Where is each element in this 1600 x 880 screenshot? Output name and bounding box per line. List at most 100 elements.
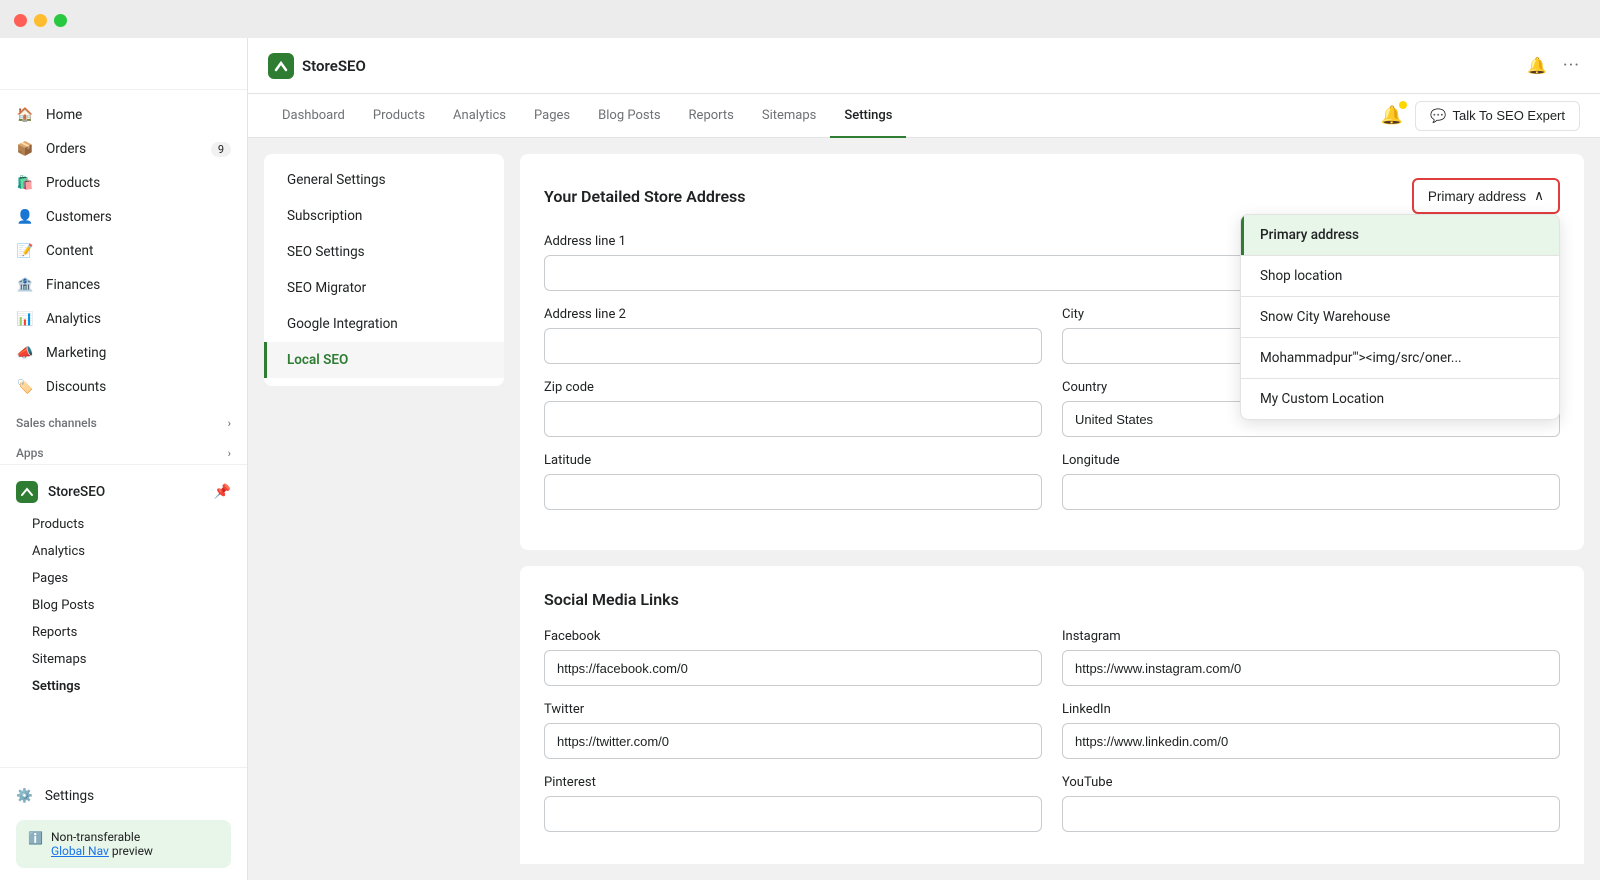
latitude-label: Latitude: [544, 453, 1042, 468]
sub-item-label: Products: [32, 517, 84, 532]
tw-li-row: Twitter LinkedIn: [544, 702, 1560, 759]
settings-menu-subscription[interactable]: Subscription: [264, 198, 504, 234]
storeseo-logo: [16, 481, 38, 503]
tab-settings[interactable]: Settings: [830, 94, 906, 138]
sidebar-item-discounts[interactable]: 🏷️ Discounts: [0, 370, 247, 404]
youtube-input[interactable]: [1062, 796, 1560, 832]
sidebar-item-products[interactable]: 🛍️ Products: [0, 166, 247, 200]
facebook-label: Facebook: [544, 629, 1042, 644]
sidebar-item-marketing[interactable]: 📣 Marketing: [0, 336, 247, 370]
card-title: Your Detailed Store Address: [544, 187, 746, 206]
sidebar-item-home[interactable]: 🏠 Home: [0, 98, 247, 132]
apps-section[interactable]: Apps ›: [0, 434, 247, 464]
talk-to-seo-expert-button[interactable]: 💬 Talk To SEO Expert: [1415, 101, 1580, 131]
latitude-input[interactable]: [544, 474, 1042, 510]
longitude-input[interactable]: [1062, 474, 1560, 510]
tab-products[interactable]: Products: [359, 94, 439, 138]
primary-address-dropdown: Primary address Shop location Snow City …: [1240, 214, 1560, 420]
nav-tabs: Dashboard Products Analytics Pages Blog …: [248, 94, 1600, 138]
info-icon: ℹ️: [28, 831, 43, 845]
sub-item-label: Reports: [32, 625, 77, 640]
sidebar-item-label: Finances: [46, 277, 100, 293]
settings-menu-local-seo[interactable]: Local SEO: [264, 342, 504, 378]
settings-menu-google[interactable]: Google Integration: [264, 306, 504, 342]
orders-badge: 9: [211, 142, 231, 157]
marketing-icon: 📣: [16, 344, 34, 362]
sidebar-sub-products[interactable]: Products: [32, 511, 247, 538]
close-button[interactable]: [14, 14, 27, 27]
address-line2-input[interactable]: [544, 328, 1042, 364]
sidebar-item-content[interactable]: 📝 Content: [0, 234, 247, 268]
sidebar-sub-sitemaps[interactable]: Sitemaps: [32, 646, 247, 673]
sales-channels-chevron: ›: [228, 417, 231, 430]
sidebar-sub-settings[interactable]: Settings: [32, 673, 247, 700]
zip-input[interactable]: [544, 401, 1042, 437]
settings-menu-seo-settings[interactable]: SEO Settings: [264, 234, 504, 270]
minimize-button[interactable]: [34, 14, 47, 27]
sub-item-label: Sitemaps: [32, 652, 87, 667]
tab-pages[interactable]: Pages: [520, 94, 584, 138]
sidebar-sub-reports[interactable]: Reports: [32, 619, 247, 646]
apps-label: Apps: [16, 446, 44, 460]
dropdown-item-custom[interactable]: My Custom Location: [1241, 379, 1559, 419]
form-area: Your Detailed Store Address Primary addr…: [520, 154, 1584, 864]
card-header: Your Detailed Store Address Primary addr…: [544, 178, 1560, 214]
global-nav-link[interactable]: Global Nav: [51, 844, 109, 858]
linkedin-input[interactable]: [1062, 723, 1560, 759]
settings-menu-general[interactable]: General Settings: [264, 162, 504, 198]
fb-ig-row: Facebook Instagram: [544, 629, 1560, 686]
more-icon[interactable]: ···: [1563, 55, 1580, 76]
bell-icon[interactable]: 🔔: [1527, 56, 1547, 75]
linkedin-label: LinkedIn: [1062, 702, 1560, 717]
sidebar-sub-pages[interactable]: Pages: [32, 565, 247, 592]
storeseo-sub-nav: Products Analytics Pages Blog Posts Repo…: [0, 511, 247, 700]
sidebar-item-analytics[interactable]: 📊 Analytics: [0, 302, 247, 336]
sidebar-item-label: Orders: [46, 141, 86, 157]
orders-icon: 📦: [16, 140, 34, 158]
pin-icon[interactable]: 📌: [214, 484, 231, 500]
dropdown-item-primary[interactable]: Primary address: [1241, 215, 1559, 255]
sidebar-item-customers[interactable]: 👤 Customers: [0, 200, 247, 234]
tab-dashboard[interactable]: Dashboard: [268, 94, 359, 138]
twitter-input[interactable]: [544, 723, 1042, 759]
maximize-button[interactable]: [54, 14, 67, 27]
sidebar-item-label: Analytics: [46, 311, 101, 327]
sidebar-sub-analytics[interactable]: Analytics: [32, 538, 247, 565]
instagram-label: Instagram: [1062, 629, 1560, 644]
dropdown-item-shop[interactable]: Shop location: [1241, 256, 1559, 296]
address-line2-label: Address line 2: [544, 307, 1042, 322]
dropdown-item-mohammadpur[interactable]: Mohammadpur'"><img/src/oner...: [1241, 338, 1559, 378]
lat-lng-row: Latitude Longitude: [544, 453, 1560, 510]
longitude-field: Longitude: [1062, 453, 1560, 510]
content-area: General Settings Subscription SEO Settin…: [248, 138, 1600, 880]
content-icon: 📝: [16, 242, 34, 260]
tab-reports[interactable]: Reports: [675, 94, 748, 138]
facebook-field: Facebook: [544, 629, 1042, 686]
sidebar-item-orders[interactable]: 📦 Orders 9: [0, 132, 247, 166]
home-icon: 🏠: [16, 106, 34, 124]
primary-address-button[interactable]: Primary address ∧: [1412, 178, 1560, 214]
dropdown-item-snow-city[interactable]: Snow City Warehouse: [1241, 297, 1559, 337]
settings-menu-seo-migrator[interactable]: SEO Migrator: [264, 270, 504, 306]
settings-label: Settings: [45, 788, 94, 804]
pinterest-label: Pinterest: [544, 775, 1042, 790]
pinterest-input[interactable]: [544, 796, 1042, 832]
sidebar-footer: ⚙️ Settings ℹ️ Non-transferable Global N…: [0, 767, 247, 880]
primary-address-dropdown-wrapper: Primary address ∧ Primary address Shop l…: [1412, 178, 1560, 214]
products-icon: 🛍️: [16, 174, 34, 192]
facebook-input[interactable]: [544, 650, 1042, 686]
sidebar-item-finances[interactable]: 🏦 Finances: [0, 268, 247, 302]
apps-chevron: ›: [228, 447, 231, 460]
instagram-input[interactable]: [1062, 650, 1560, 686]
sidebar-settings-item[interactable]: ⚙️ Settings: [16, 780, 231, 812]
tab-blog-posts[interactable]: Blog Posts: [584, 94, 674, 138]
sales-channels-section[interactable]: Sales channels ›: [0, 404, 247, 434]
sidebar-sub-blog-posts[interactable]: Blog Posts: [32, 592, 247, 619]
tab-analytics[interactable]: Analytics: [439, 94, 520, 138]
chevron-up-icon: ∧: [1534, 188, 1544, 204]
sub-item-label: Analytics: [32, 544, 85, 559]
primary-addr-label: Primary address: [1428, 189, 1526, 204]
storeseo-header[interactable]: StoreSEO 📌: [0, 473, 247, 511]
window-frame: 🏠 Home 📦 Orders 9 🛍️ Products 👤 Customer…: [0, 0, 1600, 880]
tab-sitemaps[interactable]: Sitemaps: [748, 94, 831, 138]
